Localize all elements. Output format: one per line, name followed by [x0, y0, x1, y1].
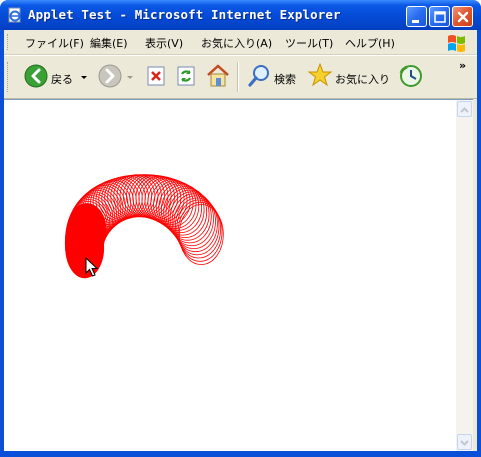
- toolbar-separator: [237, 62, 239, 92]
- minimize-icon: [412, 20, 419, 23]
- forward-icon[interactable]: [98, 60, 122, 92]
- menu-edit[interactable]: 編集(E): [90, 35, 128, 51]
- history-icon[interactable]: [397, 60, 425, 92]
- maximize-icon: [434, 11, 446, 23]
- close-button[interactable]: [452, 6, 473, 27]
- toolbar-grip[interactable]: [7, 62, 11, 92]
- menu-help[interactable]: ヘルプ(H): [345, 35, 395, 51]
- menu-grip[interactable]: [7, 34, 11, 50]
- chevron-down-icon: [460, 440, 469, 446]
- menu-favorites[interactable]: お気に入り(A): [201, 35, 272, 51]
- applet-canvas[interactable]: [4, 100, 456, 452]
- ie-page-icon: [8, 7, 21, 23]
- favorites-icon[interactable]: [307, 60, 333, 92]
- vertical-scrollbar[interactable]: [456, 99, 473, 452]
- menu-bar: ファイル(F) 編集(E) 表示(V) お気に入り(A) ツール(T) ヘルプ(…: [4, 30, 477, 55]
- favorites-button-label[interactable]: お気に入り: [335, 71, 390, 87]
- stop-icon[interactable]: [144, 60, 168, 92]
- close-icon: [457, 11, 469, 23]
- forward-dropdown-icon[interactable]: [126, 60, 134, 92]
- home-icon[interactable]: [204, 60, 232, 92]
- window-bottom-border: [0, 451, 481, 457]
- back-button-label[interactable]: 戻る: [51, 71, 73, 87]
- page-content: [4, 99, 456, 452]
- scroll-up-button[interactable]: [457, 101, 472, 117]
- menu-view[interactable]: 表示(V): [145, 35, 183, 51]
- maximize-button[interactable]: [429, 6, 450, 27]
- search-button-label[interactable]: 検索: [274, 71, 296, 87]
- refresh-icon[interactable]: [174, 60, 198, 92]
- scroll-down-button[interactable]: [457, 434, 472, 450]
- window-title: Applet Test - Microsoft Internet Explore…: [28, 7, 341, 22]
- minimize-button[interactable]: [406, 6, 427, 27]
- menu-tools[interactable]: ツール(T): [285, 35, 333, 51]
- back-dropdown-icon[interactable]: [80, 60, 88, 92]
- back-icon[interactable]: [24, 60, 48, 92]
- ie-window: Applet Test - Microsoft Internet Explore…: [0, 0, 481, 457]
- search-icon[interactable]: [246, 60, 272, 92]
- windows-logo-icon: [448, 35, 465, 52]
- toolbar-overflow-chevron[interactable]: »: [459, 59, 466, 72]
- menu-file[interactable]: ファイル(F): [25, 35, 84, 51]
- title-bar[interactable]: Applet Test - Microsoft Internet Explore…: [0, 0, 481, 30]
- standard-toolbar: 戻る 検索 お気に入り »: [4, 55, 477, 99]
- chevron-up-icon: [460, 107, 469, 113]
